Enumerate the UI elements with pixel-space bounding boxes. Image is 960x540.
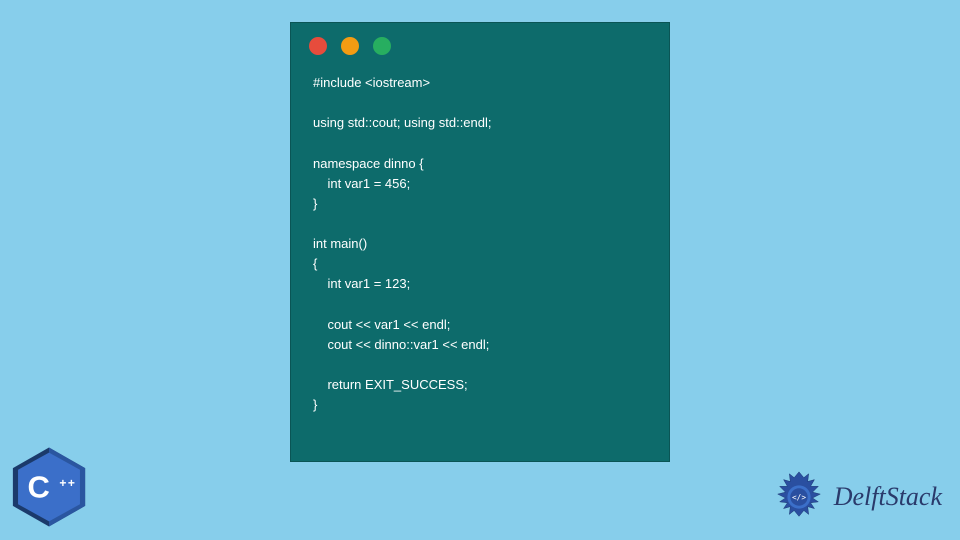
- svg-text:+: +: [59, 476, 66, 490]
- brand-emblem-icon: </>: [770, 468, 828, 526]
- cpp-language-badge-icon: C + +: [6, 444, 92, 530]
- code-content: #include <iostream> using std::cout; usi…: [291, 65, 669, 433]
- maximize-dot-icon: [373, 37, 391, 55]
- svg-text:C: C: [28, 469, 50, 504]
- window-controls: [291, 23, 669, 65]
- close-dot-icon: [309, 37, 327, 55]
- code-window: #include <iostream> using std::cout; usi…: [290, 22, 670, 462]
- brand-name: DelftStack: [834, 482, 942, 512]
- svg-text:</>: </>: [792, 493, 806, 502]
- minimize-dot-icon: [341, 37, 359, 55]
- brand-logo: </> DelftStack: [770, 468, 942, 526]
- svg-text:+: +: [68, 476, 75, 490]
